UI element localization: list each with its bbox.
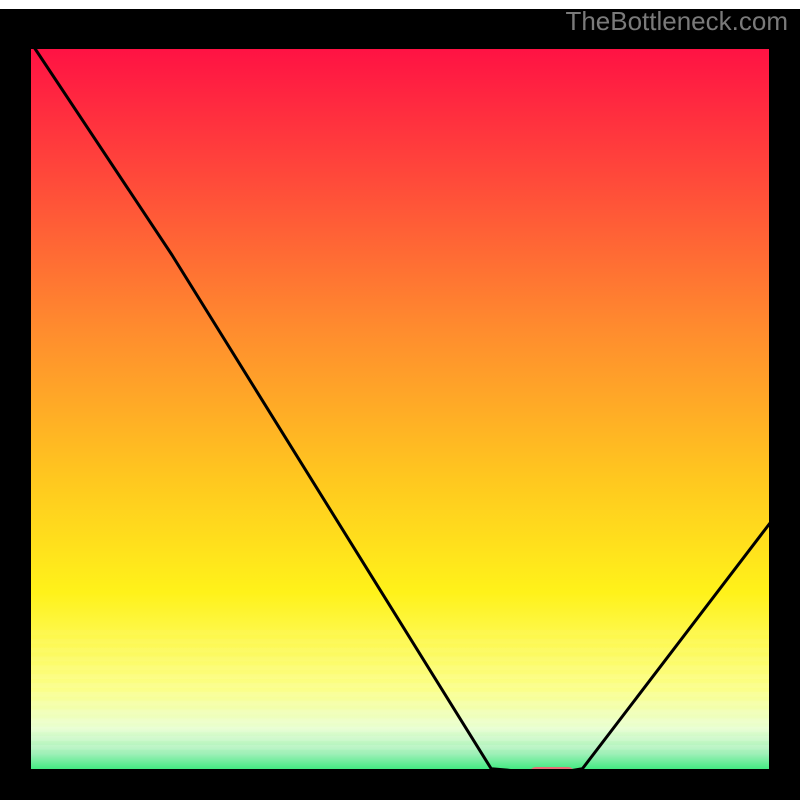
watermark-text: TheBottleneck.com (565, 6, 788, 37)
chart-container: TheBottleneck.com (0, 0, 800, 800)
bottleneck-chart (0, 0, 800, 800)
